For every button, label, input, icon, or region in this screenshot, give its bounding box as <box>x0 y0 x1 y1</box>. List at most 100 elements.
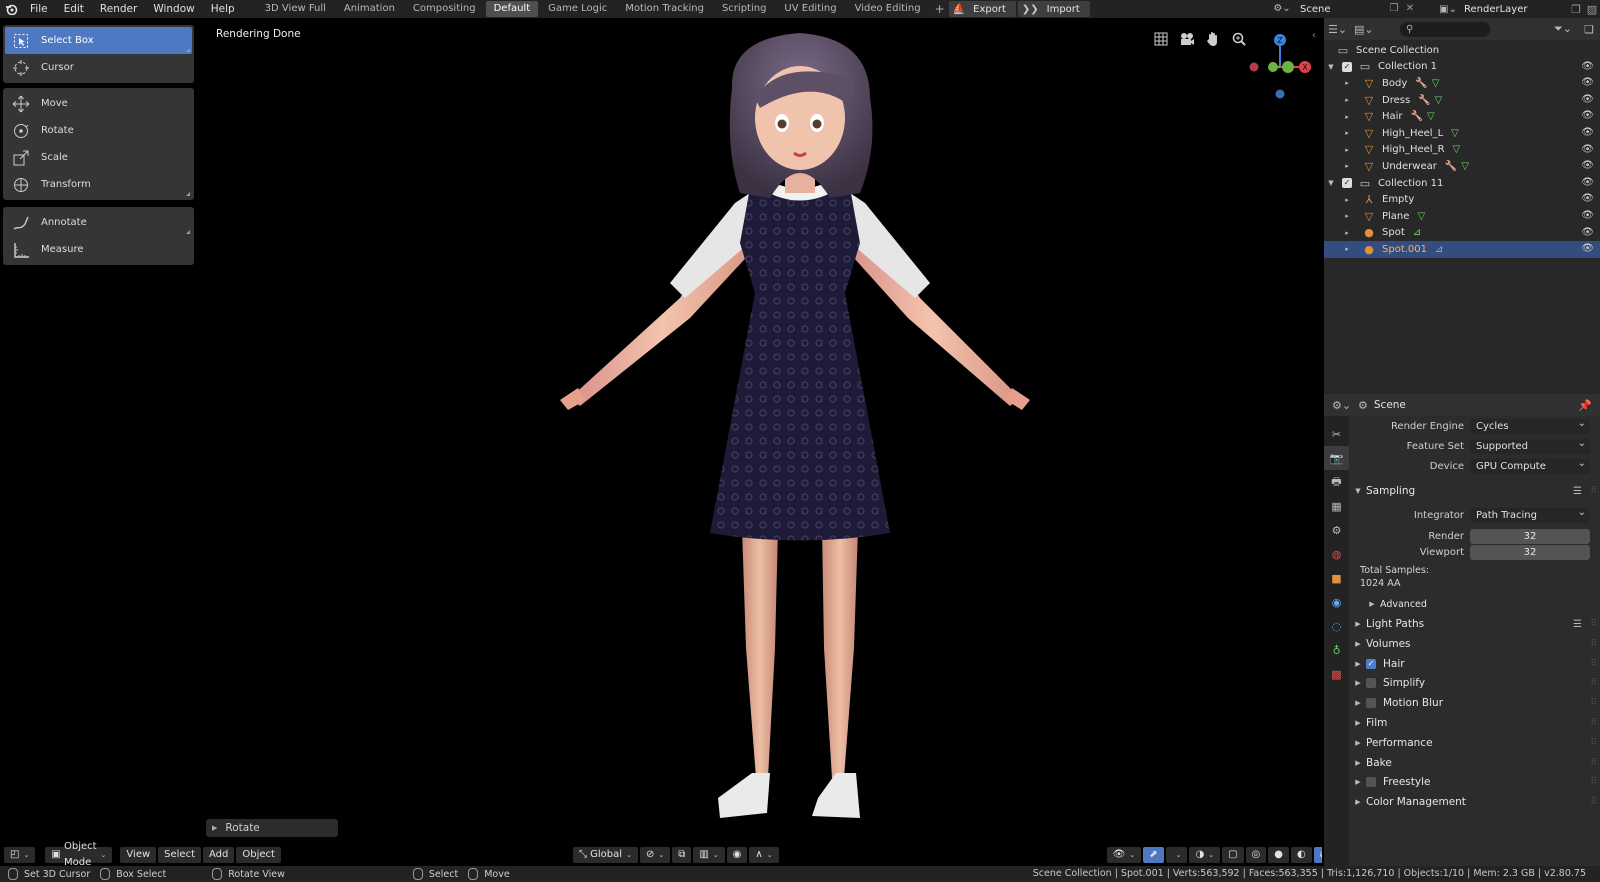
add-workspace-button[interactable]: + <box>931 2 949 16</box>
visibility-eye-icon[interactable]: 👁 <box>1581 243 1594 254</box>
device-dropdown[interactable]: GPU Compute <box>1470 456 1590 474</box>
presets-list-icon[interactable]: ☰ <box>1573 486 1582 497</box>
collapsed-triangle-icon[interactable]: ▸ <box>1342 245 1352 253</box>
object-menu[interactable]: Object <box>236 847 281 863</box>
transform-orientation-selector[interactable]: ⤡ Global ⌄ <box>572 847 638 863</box>
scene-selector[interactable]: ⚙⌄ Scene ❐ ✕ <box>1270 1 1418 17</box>
menu-help[interactable]: Help <box>203 0 243 18</box>
visibility-selector[interactable]: 👁 ⌄ <box>1106 847 1142 863</box>
shading-material[interactable]: ◐ <box>1290 847 1312 863</box>
delete-scene-icon[interactable]: ✕ <box>1402 1 1418 17</box>
tool-rotate[interactable]: Rotate <box>5 117 192 144</box>
light-data-icon[interactable]: ⊿ <box>1435 244 1443 255</box>
presets-list-icon[interactable]: ☰ <box>1573 619 1582 630</box>
collapsed-triangle-icon[interactable]: ▸ <box>1342 162 1352 170</box>
panel-enable-checkbox[interactable] <box>1366 777 1376 788</box>
panel-header-hair[interactable]: ▶ ✓ Hair ⠿ <box>1350 655 1600 673</box>
tab-animation[interactable]: Animation <box>336 1 403 17</box>
outliner-search-input[interactable]: ⚲ <box>1400 21 1490 37</box>
tab-video-editing[interactable]: Video Editing <box>847 1 929 17</box>
mesh-data-icon[interactable]: ▽ <box>1417 211 1425 222</box>
proportional-falloff-selector[interactable]: ∧ ⌄ <box>749 847 779 863</box>
pin-icon[interactable]: 📌 <box>1578 399 1592 412</box>
modifier-wrench-icon[interactable]: 🔧 <box>1415 78 1427 89</box>
delete-view-layer-icon[interactable]: ▨ <box>1584 3 1600 16</box>
tool-cursor[interactable]: Cursor <box>5 54 192 81</box>
outliner-collection-row[interactable]: ▼ ✓ ▭ Collection 11 👁 <box>1324 175 1600 192</box>
overlays-toggle[interactable]: ◑ ⌄ <box>1189 847 1221 863</box>
collapsed-triangle-icon[interactable]: ▸ <box>1342 129 1352 137</box>
tab-constraints-icon[interactable]: ◉ <box>1324 590 1349 614</box>
grid-view-icon[interactable] <box>1152 30 1170 48</box>
drag-handle-icon[interactable]: ⠿ <box>1590 619 1597 629</box>
collapsed-triangle-icon[interactable]: ▸ <box>1342 146 1352 154</box>
tool-measure[interactable]: Measure <box>5 236 192 263</box>
collapsed-triangle-icon[interactable]: ▸ <box>1342 212 1352 220</box>
tab-uv-editing[interactable]: UV Editing <box>776 1 844 17</box>
scene-name[interactable]: Scene <box>1294 4 1386 15</box>
tab-scene-icon[interactable]: ⚙ <box>1324 518 1349 542</box>
panel-header-color-management[interactable]: ▶ Color Management ⠿ <box>1350 793 1600 811</box>
tab-game-logic[interactable]: Game Logic <box>540 1 615 17</box>
visibility-eye-icon[interactable]: 👁 <box>1581 160 1594 171</box>
tool-annotate[interactable]: Annotate <box>5 209 192 236</box>
feature-set-dropdown[interactable]: Supported <box>1470 436 1590 454</box>
sidebar-toggle-icon[interactable]: ‹ <box>1312 30 1316 41</box>
modifier-wrench-icon[interactable]: 🔧 <box>1411 111 1423 122</box>
modifier-wrench-icon[interactable]: 🔧 <box>1445 161 1457 172</box>
mesh-data-icon[interactable]: ▽ <box>1453 144 1461 155</box>
panel-header-light-paths[interactable]: ▶ Light Paths ☰ ⠿ <box>1350 615 1600 633</box>
drag-handle-icon[interactable]: ⠿ <box>1590 777 1597 787</box>
menu-edit[interactable]: Edit <box>56 0 92 18</box>
visibility-eye-icon[interactable]: 👁 <box>1581 61 1594 72</box>
drag-handle-icon[interactable]: ⠿ <box>1590 639 1597 649</box>
panel-header-bake[interactable]: ▶ Bake ⠿ <box>1350 754 1600 772</box>
light-data-icon[interactable]: ⊿ <box>1413 227 1421 238</box>
menu-window[interactable]: Window <box>145 0 202 18</box>
outliner-object-row[interactable]: ▸ ● Spot.001 ⊿ 👁 <box>1324 241 1600 258</box>
display-mode-icon[interactable]: ▤⌄ <box>1354 23 1378 36</box>
panel-header-motion-blur[interactable]: ▶ Motion Blur ⠿ <box>1350 694 1600 712</box>
outliner-object-row[interactable]: ▸ ▽ Plane ▽ 👁 <box>1324 208 1600 225</box>
view-layer-name[interactable]: RenderLayer <box>1460 4 1568 15</box>
view-menu[interactable]: View <box>120 847 157 863</box>
outliner-editor-icon[interactable]: ☰⌄ <box>1328 23 1354 36</box>
collapsed-triangle-icon[interactable]: ▸ <box>1342 96 1352 104</box>
drag-handle-icon[interactable]: ⠿ <box>1590 738 1597 748</box>
outliner-collection-row[interactable]: ▼ ✓ ▭ Collection 1 👁 <box>1324 59 1600 76</box>
drag-handle-icon[interactable]: ⠿ <box>1590 758 1597 768</box>
shading-wireframe[interactable]: ◎ <box>1245 847 1267 863</box>
drag-handle-icon[interactable]: ⠿ <box>1590 659 1597 669</box>
mesh-data-icon[interactable]: ▽ <box>1427 111 1435 122</box>
visibility-eye-icon[interactable]: 👁 <box>1581 110 1594 121</box>
visibility-eye-icon[interactable]: 👁 <box>1581 193 1594 204</box>
select-menu[interactable]: Select <box>158 847 202 863</box>
new-scene-icon[interactable]: ❐ <box>1386 1 1402 17</box>
expanded-triangle-icon[interactable]: ▼ <box>1326 179 1336 187</box>
drag-handle-icon[interactable]: ⠿ <box>1590 678 1597 688</box>
mesh-data-icon[interactable]: ▽ <box>1451 128 1459 139</box>
integrator-dropdown[interactable]: Path Tracing <box>1470 505 1590 523</box>
mode-selector[interactable]: ▣ Object Mode ⌄ <box>45 841 113 866</box>
drag-handle-icon[interactable]: ⠿ <box>1590 718 1597 728</box>
collapsed-triangle-icon[interactable]: ▸ <box>1342 229 1352 237</box>
tab-motion-tracking[interactable]: Motion Tracking <box>617 1 712 17</box>
tab-output-icon[interactable]: 🖶 <box>1324 470 1349 494</box>
outliner-object-row[interactable]: ▸ ● Spot ⊿ 👁 <box>1324 225 1600 242</box>
tool-scale[interactable]: Scale <box>5 144 192 171</box>
tab-object-icon[interactable]: ■ <box>1324 566 1349 590</box>
visibility-eye-icon[interactable]: 👁 <box>1581 94 1594 105</box>
blender-logo-icon[interactable] <box>0 0 22 18</box>
import-button[interactable]: ❯❯ Import <box>1017 1 1090 17</box>
menu-file[interactable]: File <box>22 0 56 18</box>
export-button[interactable]: ⛵ Export <box>948 1 1016 17</box>
advanced-subpanel-header[interactable]: ▶ Advanced <box>1364 595 1600 613</box>
mesh-data-icon[interactable]: ▽ <box>1461 161 1469 172</box>
pivot-point-selector[interactable]: ⊘ ⌄ <box>639 847 671 863</box>
xray-toggle[interactable]: ▢ <box>1222 847 1244 863</box>
panel-enable-checkbox[interactable] <box>1366 678 1376 689</box>
tab-render-icon[interactable]: 📷 <box>1324 446 1349 470</box>
axis-neg-z-handle[interactable] <box>1275 89 1285 99</box>
axis-neg-x-handle[interactable] <box>1249 62 1259 72</box>
visibility-eye-icon[interactable]: 👁 <box>1581 227 1594 238</box>
